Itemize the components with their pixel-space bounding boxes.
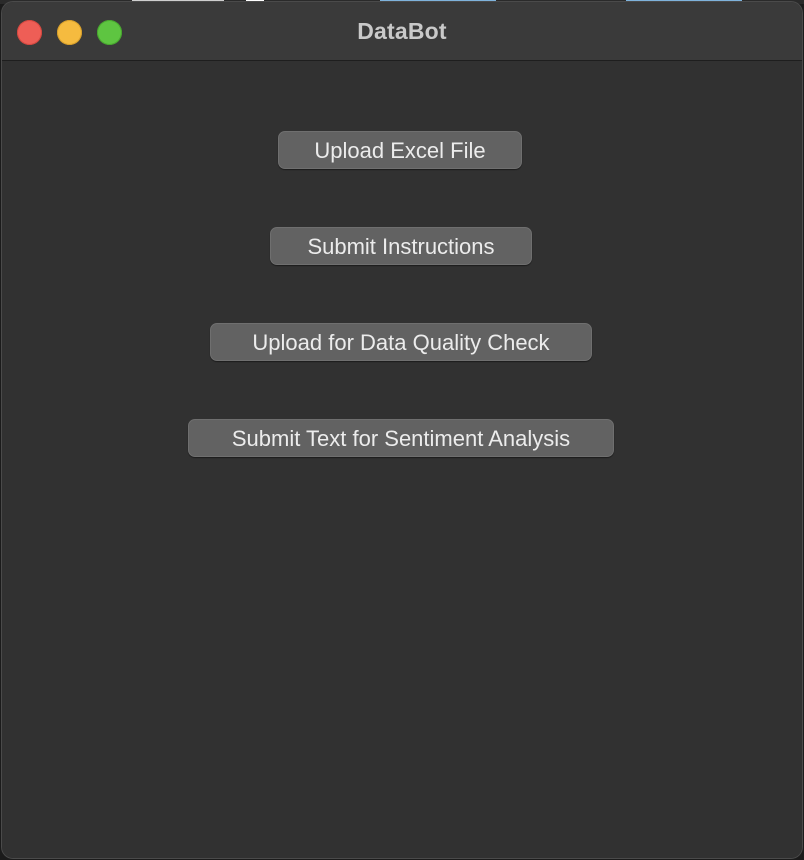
- main-content: Upload Excel File Submit Instructions Up…: [2, 61, 802, 858]
- submit-instructions-button[interactable]: Submit Instructions: [270, 227, 532, 265]
- data-quality-check-button[interactable]: Upload for Data Quality Check: [210, 323, 592, 361]
- window-title: DataBot: [357, 18, 447, 44]
- app-window: DataBot Upload Excel File Submit Instruc…: [2, 2, 802, 858]
- upload-excel-file-button[interactable]: Upload Excel File: [278, 131, 522, 169]
- title-bar[interactable]: DataBot: [2, 2, 802, 61]
- sentiment-analysis-button[interactable]: Submit Text for Sentiment Analysis: [188, 419, 614, 457]
